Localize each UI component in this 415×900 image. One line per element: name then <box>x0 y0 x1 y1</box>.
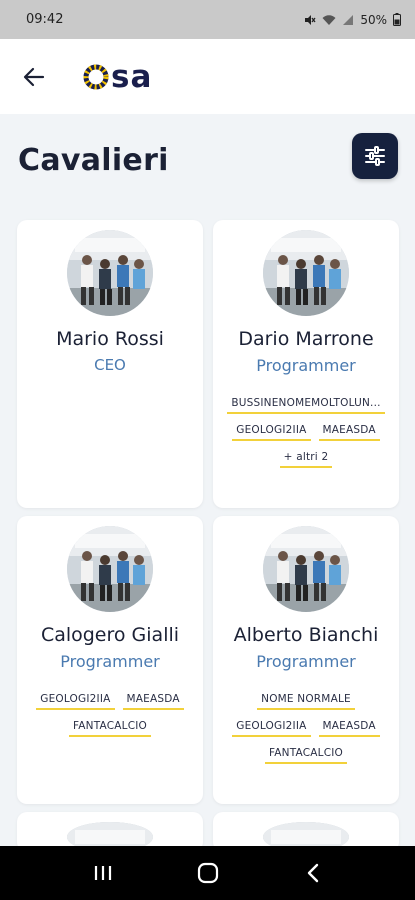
avatar <box>67 526 153 612</box>
system-nav-bar <box>0 846 415 900</box>
member-name: Calogero Gialli <box>40 624 180 646</box>
page-title: Cavalieri <box>18 142 169 178</box>
home-icon <box>197 862 218 884</box>
battery-icon <box>393 13 401 26</box>
member-role: Programmer <box>60 652 160 671</box>
member-name: Mario Rossi <box>56 328 164 350</box>
back-button[interactable] <box>14 57 54 97</box>
member-card[interactable]: Mario Rossi CEO <box>17 220 203 508</box>
more-tags[interactable]: + altri 2 <box>279 451 333 468</box>
tag[interactable]: FANTACALCIO <box>69 720 151 737</box>
member-role: CEO <box>94 356 126 374</box>
osa-logo: osa sa <box>82 57 152 97</box>
mute-icon <box>305 14 316 25</box>
tag[interactable]: MAEASDA <box>122 693 184 710</box>
member-card[interactable]: Alberto Bianchi Programmer NOME NORMALE … <box>213 516 399 804</box>
tag-list: BUSSINENOMEMOLTOLUN... GEOLOGI2IIA MAEAS… <box>221 397 391 468</box>
tag[interactable]: GEOLOGI2IIA <box>232 424 311 441</box>
tag[interactable]: GEOLOGI2IIA <box>232 720 311 737</box>
logo-suffix: sa <box>111 58 153 95</box>
tag[interactable]: NOME NORMALE <box>257 693 355 710</box>
member-card[interactable]: Calogero Gialli Programmer GEOLOGI2IIA M… <box>17 516 203 804</box>
tag[interactable]: GEOLOGI2IIA <box>36 693 115 710</box>
tag-list: NOME NORMALE GEOLOGI2IIA MAEASDA FANTACA… <box>221 693 391 764</box>
arrow-left-icon <box>23 67 45 86</box>
avatar <box>263 526 349 612</box>
title-row: Cavalieri <box>0 114 415 206</box>
recent-apps-button[interactable] <box>78 853 128 893</box>
tag-list: GEOLOGI2IIA MAEASDA FANTACALCIO <box>25 693 195 737</box>
member-role: Programmer <box>256 652 356 671</box>
filter-button[interactable] <box>352 133 398 179</box>
home-button[interactable] <box>183 853 233 893</box>
tag[interactable]: MAEASDA <box>318 424 380 441</box>
battery-text: 50% <box>360 12 387 27</box>
sliders-icon <box>365 146 385 166</box>
avatar <box>263 230 349 316</box>
member-name: Alberto Bianchi <box>233 624 379 646</box>
back-nav-button[interactable] <box>288 853 338 893</box>
status-bar: 09:42 50% <box>0 0 415 39</box>
avatar <box>67 230 153 316</box>
tag[interactable]: MAEASDA <box>318 720 380 737</box>
status-time: 09:42 <box>26 12 64 27</box>
logo-ring-icon <box>83 64 109 89</box>
member-name: Dario Marrone <box>238 328 374 350</box>
wifi-icon <box>322 14 336 25</box>
signal-icon <box>343 14 354 25</box>
member-card[interactable]: Dario Marrone Programmer BUSSINENOMEMOLT… <box>213 220 399 508</box>
member-role: Programmer <box>256 356 356 375</box>
status-icons: 50% <box>304 13 401 27</box>
app-header: osa sa <box>0 39 415 114</box>
back-nav-icon <box>307 863 318 883</box>
tag[interactable]: FANTACALCIO <box>265 747 347 764</box>
tag[interactable]: BUSSINENOMEMOLTOLUN... <box>227 397 385 414</box>
recent-apps-icon <box>94 866 111 880</box>
